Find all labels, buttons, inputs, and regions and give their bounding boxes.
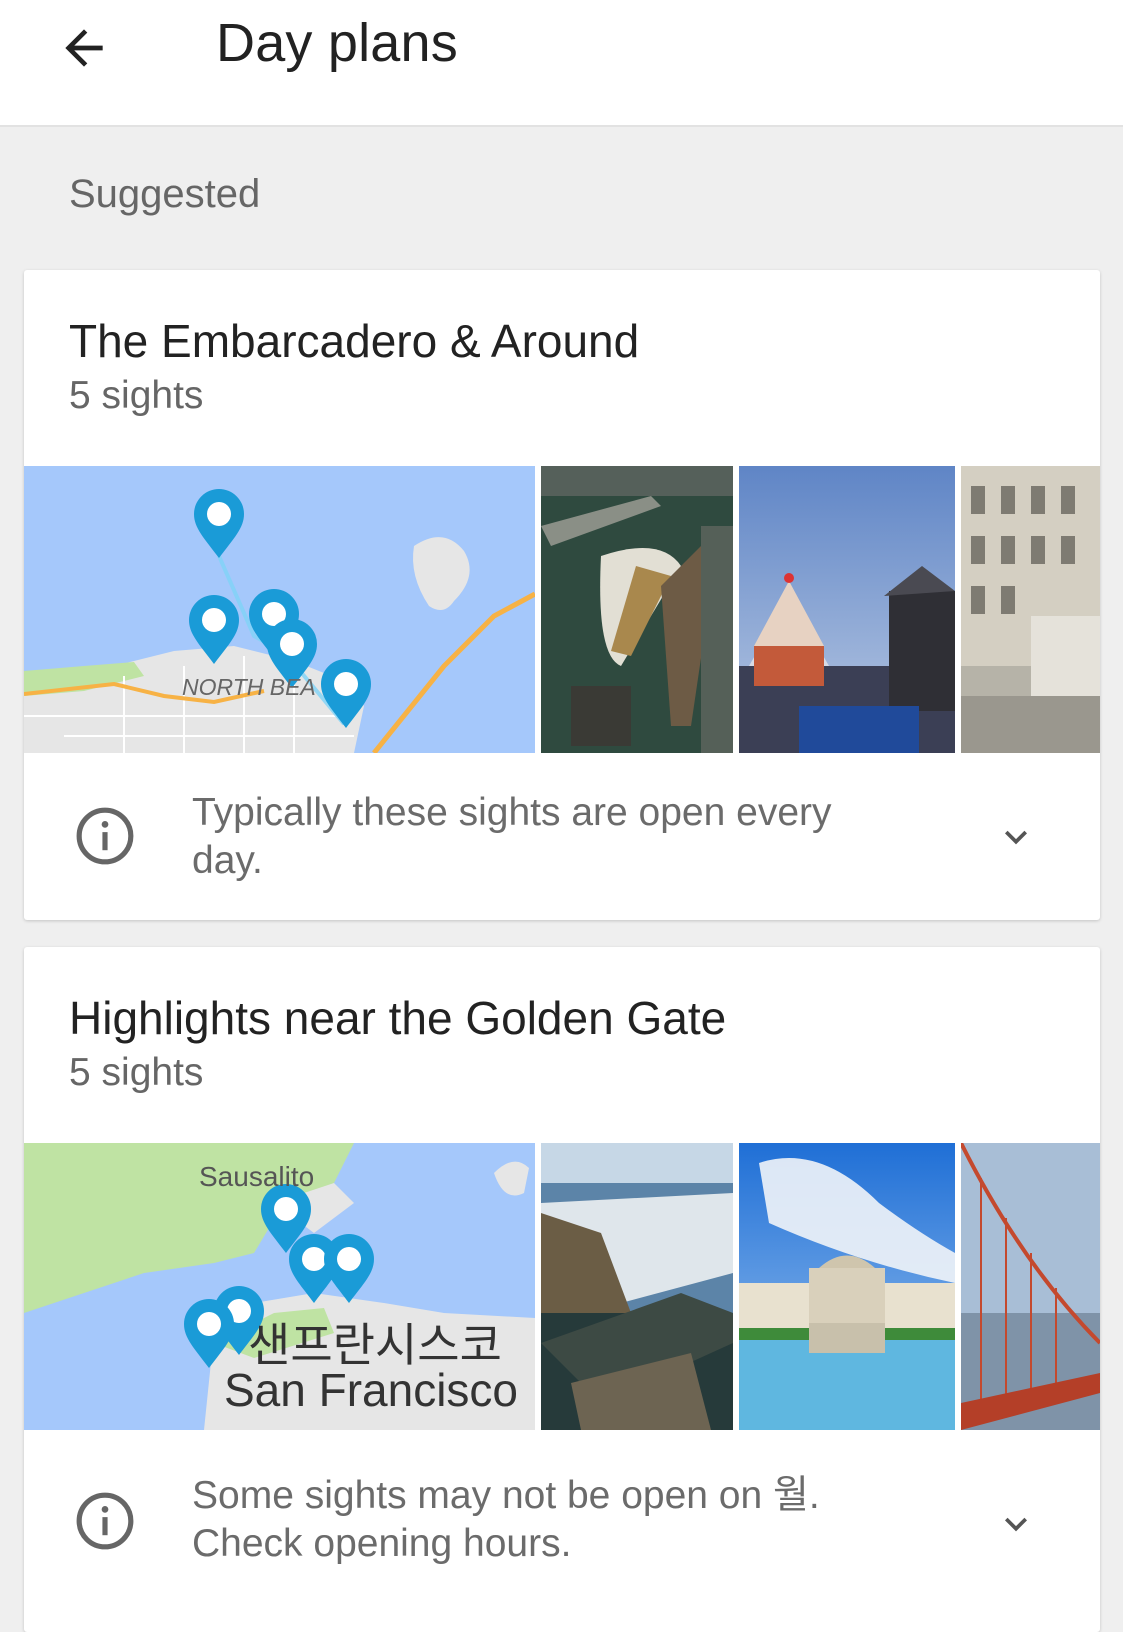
sight-photo[interactable]	[739, 466, 955, 753]
section-label: Suggested	[69, 172, 261, 216]
map-label: Sausalito	[199, 1161, 315, 1192]
route-map[interactable]: Sausalito 샌프란시스코 San Francisco	[24, 1143, 535, 1430]
map-label: NORTH BEA	[182, 674, 316, 700]
card-subtitle: 5 sights	[69, 374, 204, 417]
sight-photo[interactable]	[541, 1143, 733, 1430]
card-title: The Embarcadero & Around	[69, 315, 640, 367]
card-subtitle: 5 sights	[69, 1051, 204, 1094]
image-strip[interactable]: NORTH BEA	[24, 466, 1100, 753]
chevron-down-icon[interactable]	[994, 815, 1038, 859]
info-text: Typically these sights are open every da…	[192, 791, 832, 882]
sight-photo[interactable]	[961, 1143, 1100, 1430]
chevron-down-icon[interactable]	[994, 1502, 1038, 1546]
sight-photo[interactable]	[739, 1143, 955, 1430]
back-button[interactable]	[52, 16, 116, 80]
card-title: Highlights near the Golden Gate	[69, 992, 727, 1044]
day-plan-card[interactable]: The Embarcadero & Around 5 sights NORTH …	[24, 270, 1100, 920]
sight-photo[interactable]	[541, 466, 733, 753]
page-title: Day plans	[216, 13, 458, 73]
info-text: Some sights may not be open on 월. Check …	[192, 1474, 820, 1565]
arrow-left-icon	[65, 29, 103, 67]
route-map[interactable]: NORTH BEA	[24, 466, 535, 753]
app-bar: Day plans	[0, 0, 1123, 127]
info-icon	[76, 1492, 134, 1550]
image-strip[interactable]: Sausalito 샌프란시스코 San Francisco	[24, 1143, 1100, 1430]
info-icon	[76, 807, 134, 865]
info-row[interactable]: Typically these sights are open every da…	[24, 753, 1100, 920]
map-label: San Francisco	[224, 1364, 519, 1416]
day-plan-card[interactable]: Highlights near the Golden Gate 5 sights	[24, 947, 1100, 1632]
sight-photo[interactable]	[961, 466, 1100, 753]
info-row[interactable]: Some sights may not be open on 월. Check …	[24, 1430, 1100, 1632]
